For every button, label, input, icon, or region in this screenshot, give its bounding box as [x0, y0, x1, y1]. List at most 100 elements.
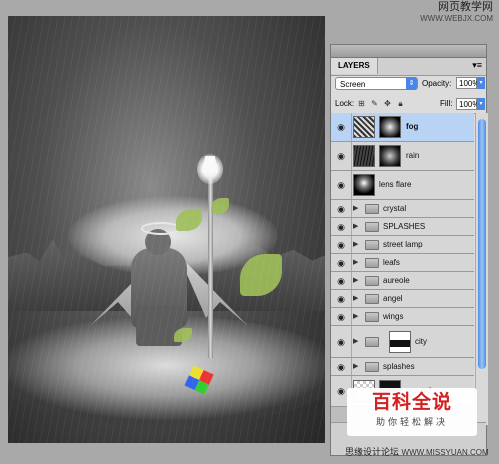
lock-all-icon[interactable]: 🔒︎	[396, 99, 405, 108]
layer-row-rain[interactable]: ◉ rain	[331, 142, 474, 171]
layer-group-street-lamp[interactable]: ◉ ▶ street lamp	[331, 236, 474, 254]
layer-list: ◉ fog ◉ rain ◉ lens flare ◉ ▶ crystal ◉ …	[331, 113, 474, 425]
eye-icon: ◉	[337, 311, 345, 322]
layer-group-wings[interactable]: ◉ ▶ wings	[331, 308, 474, 326]
visibility-toggle[interactable]: ◉	[331, 272, 352, 289]
folder-icon	[365, 239, 379, 250]
folder-icon	[365, 203, 379, 214]
eye-icon: ◉	[337, 336, 345, 347]
expand-triangle-icon[interactable]: ▶	[353, 312, 358, 322]
expand-triangle-icon[interactable]: ▶	[353, 362, 358, 372]
layer-name: leafs	[383, 257, 400, 267]
eye-icon: ◉	[337, 221, 345, 232]
opacity-input[interactable]: 100%	[456, 77, 479, 89]
fill-dropdown-icon[interactable]: ▾	[477, 98, 485, 110]
folder-icon	[365, 275, 379, 286]
visibility-toggle[interactable]: ◉	[331, 200, 352, 217]
layer-group-splashes-upper[interactable]: ◉ ▶ SPLASHES	[331, 218, 474, 236]
layer-row-fog[interactable]: ◉ fog	[331, 113, 474, 142]
folder-icon	[365, 311, 379, 322]
expand-triangle-icon[interactable]: ▶	[353, 294, 358, 304]
visibility-toggle[interactable]: ◉	[331, 218, 352, 235]
layer-group-leafs[interactable]: ◉ ▶ leafs	[331, 254, 474, 272]
panel-tabbar: LAYERS ▾≡	[331, 58, 486, 76]
layer-thumbnail	[353, 116, 375, 138]
visibility-toggle[interactable]: ◉	[331, 142, 352, 170]
visibility-toggle[interactable]: ◉	[331, 358, 352, 375]
watermark-bottom: 思缘设计论坛 WWW.MISSYUAN.COM	[345, 445, 489, 460]
layer-group-angel[interactable]: ◉ ▶ angel	[331, 290, 474, 308]
layer-name: fog	[406, 122, 419, 131]
lock-pixels-icon[interactable]: ✎	[370, 99, 379, 108]
panel-menu-icon[interactable]: ▾≡	[472, 61, 482, 70]
opacity-label: Opacity:	[422, 79, 452, 88]
layer-name: aureole	[383, 275, 410, 285]
eye-icon: ◉	[337, 151, 345, 161]
watermark-bottom-url: WWW.MISSYUAN.COM	[401, 448, 489, 457]
layer-mask-thumbnail	[379, 116, 401, 138]
lock-label: Lock:	[335, 99, 355, 108]
opacity-dropdown-icon[interactable]: ▾	[477, 77, 485, 89]
layer-thumbnail	[353, 174, 375, 196]
expand-triangle-icon[interactable]: ▶	[353, 276, 358, 286]
layer-row-lens-flare[interactable]: ◉ lens flare	[331, 171, 474, 200]
document-canvas[interactable]	[8, 16, 325, 443]
tab-layers[interactable]: LAYERS	[331, 58, 378, 74]
visibility-toggle[interactable]: ◉	[331, 308, 352, 325]
brand-title: 百科全说	[371, 392, 452, 413]
visibility-toggle[interactable]: ◉	[331, 171, 352, 199]
layer-mask-thumbnail	[379, 145, 401, 167]
eye-icon: ◉	[337, 239, 345, 250]
layer-thumbnail	[353, 145, 375, 167]
visibility-toggle[interactable]: ◉	[331, 254, 352, 271]
watermark-title: 网页教学网	[438, 1, 493, 13]
layer-list-scrollbar[interactable]	[475, 113, 488, 425]
chevron-updown-icon: ⇕	[406, 77, 417, 90]
expand-triangle-icon[interactable]: ▶	[353, 258, 358, 268]
folder-icon	[365, 361, 379, 372]
layer-group-crystal[interactable]: ◉ ▶ crystal	[331, 200, 474, 218]
folder-icon	[365, 257, 379, 268]
expand-triangle-icon[interactable]: ▶	[353, 240, 358, 250]
watermark-url: WWW.WEBJX.COM	[420, 14, 493, 23]
layer-group-splashes[interactable]: ◉ ▶ splashes	[331, 358, 474, 376]
visibility-toggle[interactable]: ◉	[331, 326, 352, 357]
blend-mode-value: Screen	[340, 80, 366, 89]
lock-row: Lock: ⊞ ✎ ✥ 🔒︎ Fill: 100% ▾	[331, 95, 486, 114]
expand-triangle-icon[interactable]: ▶	[353, 222, 358, 232]
visibility-toggle[interactable]: ◉	[331, 113, 352, 141]
layer-name: angel	[383, 293, 403, 303]
eye-icon: ◉	[337, 257, 345, 268]
blend-mode-select[interactable]: Screen ⇕	[335, 77, 418, 90]
folder-icon	[365, 336, 379, 347]
layer-name: SPLASHES	[383, 221, 426, 231]
layer-name: lens flare	[379, 180, 412, 189]
watermark-top: 网页教学网 WWW.WEBJX.COM	[420, 2, 493, 24]
lock-transparency-icon[interactable]: ⊞	[357, 99, 366, 108]
eye-icon: ◉	[337, 386, 345, 396]
brand-subtitle: 助你轻松解决	[375, 417, 448, 427]
layer-group-city[interactable]: ◉ ▶ city	[331, 326, 474, 358]
layer-name: street lamp	[383, 239, 423, 249]
watermark-bottom-text: 思缘设计论坛	[345, 447, 400, 457]
folder-icon	[365, 221, 379, 232]
layer-name: splashes	[383, 361, 415, 371]
lock-position-icon[interactable]: ✥	[383, 99, 392, 108]
visibility-toggle[interactable]: ◉	[331, 290, 352, 307]
layer-name: city	[415, 336, 427, 346]
eye-icon: ◉	[337, 203, 345, 214]
eye-icon: ◉	[337, 293, 345, 304]
visibility-toggle[interactable]: ◉	[331, 236, 352, 253]
eye-icon: ◉	[337, 361, 345, 372]
folder-icon	[365, 293, 379, 304]
blend-row: Screen ⇕ Opacity: 100% ▾	[331, 75, 486, 93]
rain-overlay	[8, 16, 325, 443]
eye-icon: ◉	[337, 180, 345, 190]
layer-group-aureole[interactable]: ◉ ▶ aureole	[331, 272, 474, 290]
panel-titlebar[interactable]	[331, 45, 486, 58]
expand-triangle-icon[interactable]: ▶	[353, 337, 358, 347]
scrollbar-thumb[interactable]	[478, 119, 486, 369]
expand-triangle-icon[interactable]: ▶	[353, 204, 358, 214]
fill-input[interactable]: 100%	[456, 98, 479, 110]
brand-watermark: 百科全说 助你轻松解决	[347, 388, 477, 436]
